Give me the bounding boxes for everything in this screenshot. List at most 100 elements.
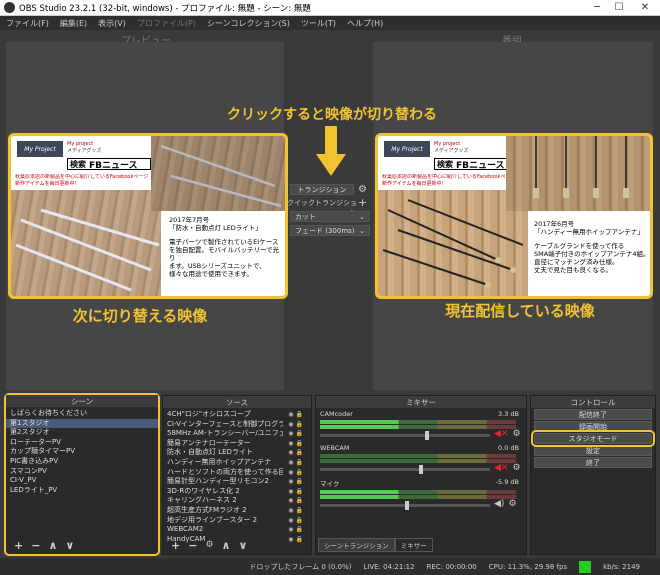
source-item[interactable]: 地デジ用ラインブースター 2 ◉🔒 [163, 516, 311, 526]
scenes-toolbar: + − ∧ ∨ [6, 538, 74, 552]
stop-streaming-button[interactable]: 配信終了 [534, 409, 652, 420]
sources-list: 4CH"ロジ"オシロスコープ ◉🔒 CI-Vインターフェースと制御プログラム ◉🔒 58… [163, 408, 311, 544]
transition-button[interactable]: トランジション [290, 184, 354, 195]
exit-button[interactable]: 終了 [534, 457, 652, 468]
source-item[interactable]: 3D-Rのワイヤレス化 2 ◉🔒 [163, 487, 311, 497]
remove-icon[interactable]: − [188, 539, 197, 552]
program-sub2: メディアグッズ [434, 148, 469, 154]
tab-mixer[interactable]: ミキサー [394, 538, 433, 552]
menu-profile[interactable]: プロファイル(P) [137, 18, 196, 29]
mute-speaker-icon[interactable]: ◀✕ [494, 429, 508, 439]
preview-photo-led [11, 190, 161, 296]
source-item[interactable]: 58MHz AM-トランシーバー/ユニフェア向け作品 ◉🔒 [163, 429, 311, 439]
scene-item[interactable]: 第1スタジオ [6, 418, 158, 429]
volume-knob[interactable] [425, 431, 430, 440]
visibility-lock-icon[interactable]: ◉🔒 [288, 429, 305, 439]
scene-item[interactable]: しばらくお待ちください [6, 409, 158, 419]
gear-icon[interactable]: ⚙ [512, 463, 520, 473]
add-icon[interactable]: + [14, 539, 23, 552]
scenes-list: しばらくお待ちください 第1スタジオ 第2スタジオ ローテーターPV カップ麺タ… [6, 407, 158, 495]
scene-item[interactable]: ローテーターPV [6, 438, 158, 448]
source-item[interactable]: 超高生産方式FMラジオ 2 ◉🔒 [163, 506, 311, 516]
visibility-lock-icon[interactable]: ◉🔒 [288, 420, 305, 430]
source-item[interactable]: 簡易計型ハンディー型リモコン2 ◉🔒 [163, 477, 311, 487]
preview-image: My Project My project メディアグッズ 検索 FBニュース 秋… [8, 133, 288, 299]
menu-view[interactable]: 表示(V) [98, 18, 126, 29]
menu-tools[interactable]: ツール(T) [301, 18, 336, 29]
annotation-left: 次に切り替える映像 [72, 307, 208, 325]
gear-icon[interactable]: ⚙ [508, 499, 516, 509]
source-label: ハンディー無用ホイップアンテナ [167, 457, 272, 466]
gear-icon[interactable]: ⚙ [358, 184, 367, 195]
source-item[interactable]: ハードとソフトの両方を使って作る回路 ◉🔒 [163, 468, 311, 478]
menu-file[interactable]: ファイル(F) [6, 18, 49, 29]
preview-sub2: メディアグッズ [67, 148, 102, 154]
controls-dock: コントロール 配信終了 録画開始 スタジオモード 設定 終了 [530, 395, 656, 555]
visibility-lock-icon[interactable]: ◉🔒 [288, 410, 305, 420]
scene-item[interactable]: LEDライト_PV [6, 486, 158, 496]
remove-icon[interactable]: − [31, 539, 40, 552]
source-label: キャリングハーネス 2 [167, 496, 237, 505]
source-item[interactable]: 防水・自動点灯 LEDライト ◉🔒 [163, 448, 311, 458]
visibility-lock-icon[interactable]: ◉🔒 [288, 448, 305, 458]
visibility-lock-icon[interactable]: ◉🔒 [288, 525, 305, 535]
add-icon[interactable]: + [358, 196, 367, 209]
title-bar: OBS Studio 23.2.1 (32-bit, windows) - プロ… [0, 0, 660, 16]
source-item[interactable]: キャリングハーネス 2 ◉🔒 [163, 496, 311, 506]
close-icon[interactable]: ✕ [630, 0, 660, 16]
gear-icon[interactable]: ⚙ [512, 429, 520, 439]
visibility-lock-icon[interactable]: ◉🔒 [288, 496, 305, 506]
source-item[interactable]: 4CH"ロジ"オシロスコープ ◉🔒 [163, 410, 311, 420]
cut-button[interactable]: カット ⌄ [290, 211, 370, 222]
program-caption: 2017年6月号 「ハンディー無用ホイップアンテナ」 ケーブルグランドを使って作… [534, 220, 650, 274]
visibility-lock-icon[interactable]: ◉🔒 [288, 477, 305, 487]
source-item[interactable]: CI-Vインターフェースと制御プログラム ◉🔒 [163, 420, 311, 430]
menu-edit[interactable]: 編集(E) [60, 18, 87, 29]
volume-slider[interactable] [320, 501, 490, 510]
source-item[interactable]: ハンディー無用ホイップアンテナ ◉🔒 [163, 458, 311, 468]
source-item[interactable]: WEBCAM2 ◉🔒 [163, 525, 311, 535]
scene-item[interactable]: スマコンPV [6, 467, 158, 477]
visibility-lock-icon[interactable]: ◉🔒 [288, 516, 305, 526]
scene-item[interactable]: PIC書き込みPV [6, 457, 158, 467]
volume-knob[interactable] [405, 501, 409, 510]
volume-knob[interactable] [418, 465, 423, 474]
visibility-lock-icon[interactable]: ◉🔒 [288, 439, 305, 449]
source-label: 超高生産方式FMラジオ 2 [167, 505, 247, 514]
menu-help[interactable]: ヘルプ(H) [347, 18, 383, 29]
mute-speaker-icon[interactable]: ◀✕ [494, 463, 508, 473]
visibility-lock-icon[interactable]: ◉🔒 [288, 458, 305, 468]
start-recording-button[interactable]: 録画開始 [534, 421, 652, 432]
source-label: 4CH"ロジ"オシロスコープ [167, 410, 251, 418]
move-down-icon[interactable]: ∨ [238, 539, 247, 552]
mixer-tabs: シーントランジション ミキサー [318, 538, 433, 552]
studio-mode-button[interactable]: スタジオモード [531, 430, 655, 447]
obs-logo-icon [4, 2, 15, 13]
gear-icon[interactable]: ⚙ [205, 540, 213, 550]
menu-scene-collection[interactable]: シーンコレクション(S) [207, 18, 290, 29]
move-up-icon[interactable]: ∧ [222, 539, 231, 552]
move-down-icon[interactable]: ∨ [65, 539, 74, 552]
volume-slider[interactable] [320, 431, 490, 440]
visibility-lock-icon[interactable]: ◉🔒 [288, 468, 305, 478]
settings-button[interactable]: 設定 [534, 445, 652, 456]
move-up-icon[interactable]: ∧ [48, 539, 57, 552]
controls-title: コントロール [531, 396, 655, 408]
scene-item[interactable]: カップ麺タイマーPV [6, 447, 158, 457]
fade-button[interactable]: フェード (300ms) ⌄ [290, 225, 370, 236]
tab-scene-transition[interactable]: シーントランジション [318, 538, 395, 552]
visibility-lock-icon[interactable]: ◉🔒 [288, 506, 305, 516]
visibility-lock-icon[interactable]: ◉🔒 [288, 535, 305, 545]
minimize-icon[interactable]: ─ [586, 0, 608, 16]
source-item[interactable]: 簡易アンテナローテーター ◉🔒 [163, 439, 311, 449]
volume-slider[interactable] [320, 465, 490, 474]
scene-item[interactable]: CI-V_PV [6, 476, 158, 486]
source-label: WEBCAM2 [167, 525, 204, 534]
add-icon[interactable]: + [171, 539, 180, 552]
visibility-lock-icon[interactable]: ◉🔒 [288, 487, 305, 497]
scene-item[interactable]: 第2スタジオ [6, 428, 158, 438]
scenes-dock: シーン しばらくお待ちください 第1スタジオ 第2スタジオ ローテーターPV カ… [4, 393, 160, 556]
speaker-icon[interactable]: ◀) [494, 499, 504, 509]
maximize-icon[interactable]: ☐ [608, 0, 630, 16]
audio-meter [320, 490, 516, 494]
